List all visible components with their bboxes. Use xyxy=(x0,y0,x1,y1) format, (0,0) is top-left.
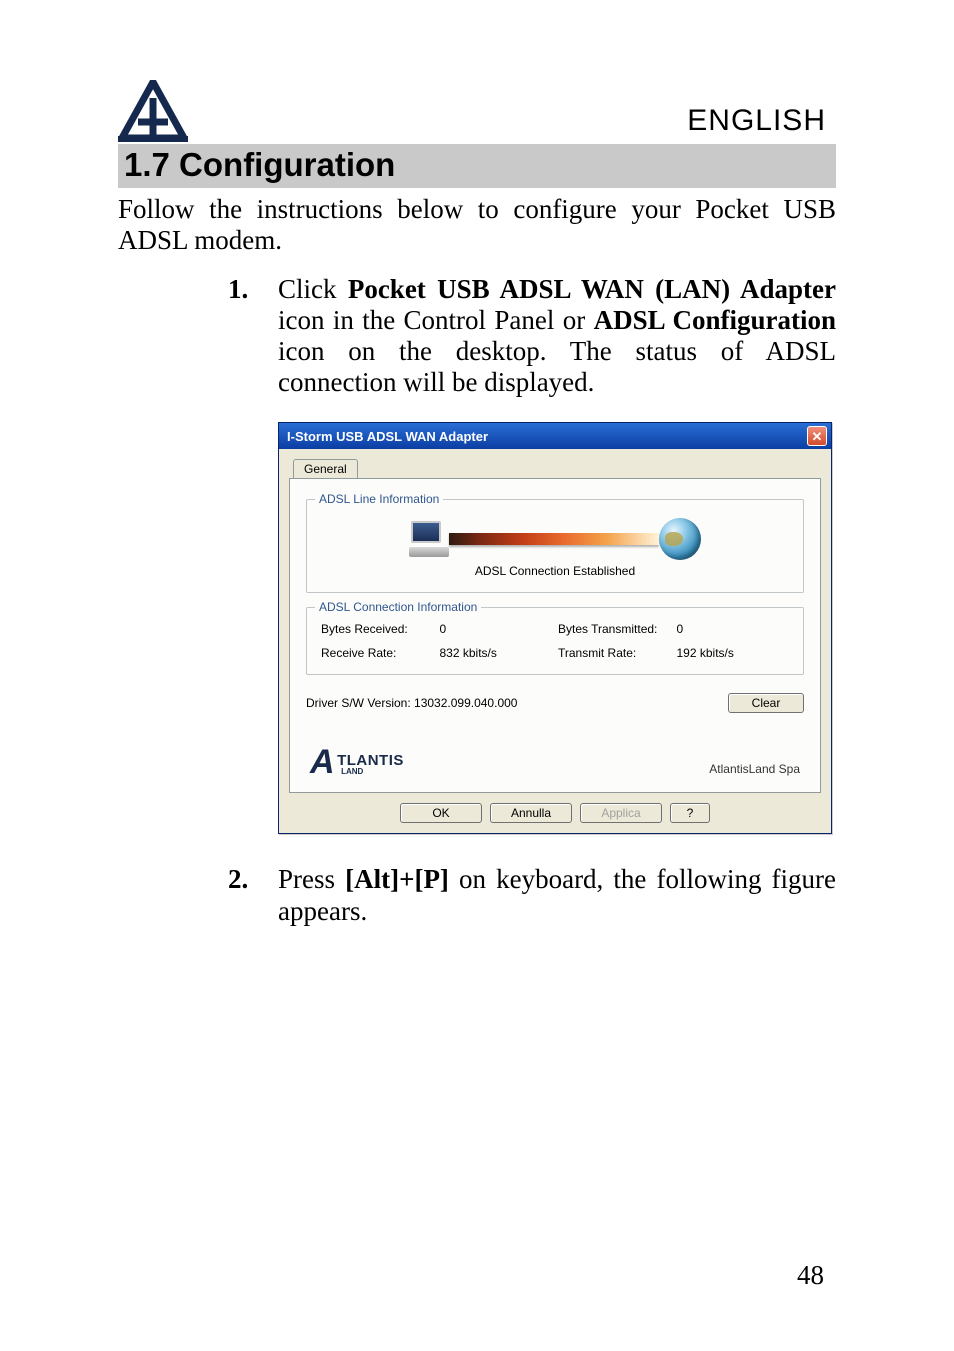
globe-icon xyxy=(659,518,701,560)
step-list: 1. Click Pocket USB ADSL WAN (LAN) Adapt… xyxy=(228,274,836,398)
tab-panel: ADSL Line Information ADSL Connection Es… xyxy=(289,478,821,793)
conn-grid: Bytes Received: 0 Bytes Transmitted: 0 R… xyxy=(321,622,789,660)
dialog-body: General ADSL Line Information ADSL Conn xyxy=(279,449,831,833)
tab-strip: General xyxy=(289,457,821,479)
bytes-transmitted-value: 0 xyxy=(677,622,790,636)
dialog-titlebar: I-Storm USB ADSL WAN Adapter ✕ xyxy=(279,423,831,449)
transmit-rate-label: Transmit Rate: xyxy=(558,646,671,660)
atlantis-logo: A TLANTIS LAND xyxy=(310,749,404,776)
dialog-title: I-Storm USB ADSL WAN Adapter xyxy=(287,429,488,444)
group-line-info-title: ADSL Line Information xyxy=(315,492,443,506)
clear-button[interactable]: Clear xyxy=(728,693,804,713)
receive-rate-label: Receive Rate: xyxy=(321,646,434,660)
cancel-button[interactable]: Annulla xyxy=(490,803,572,823)
step-2: 2. Press [Alt]+[P] on keyboard, the foll… xyxy=(228,864,836,926)
group-conn-info-title: ADSL Connection Information xyxy=(315,600,481,614)
connection-status: ADSL Connection Established xyxy=(321,564,789,578)
ok-button[interactable]: OK xyxy=(400,803,482,823)
step-1-number: 1. xyxy=(228,274,256,398)
bytes-received-label: Bytes Received: xyxy=(321,622,434,636)
page-number: 48 xyxy=(797,1260,824,1291)
step-1: 1. Click Pocket USB ADSL WAN (LAN) Adapt… xyxy=(228,274,836,398)
brand-text: AtlantisLand Spa xyxy=(709,762,800,776)
driver-version: Driver S/W Version: 13032.099.040.000 xyxy=(306,696,517,710)
page-header: ENGLISH xyxy=(118,80,836,142)
pc-icon xyxy=(409,521,449,557)
line-graphic xyxy=(321,518,789,560)
step-2-body: Press [Alt]+[P] on keyboard, the followi… xyxy=(278,864,836,926)
group-conn-info: ADSL Connection Information Bytes Receiv… xyxy=(306,607,804,675)
step-2-wrap: 2. Press [Alt]+[P] on keyboard, the foll… xyxy=(228,864,836,926)
close-icon[interactable]: ✕ xyxy=(807,426,827,446)
transmit-rate-value: 192 kbits/s xyxy=(677,646,790,660)
language-label: ENGLISH xyxy=(687,104,836,142)
step-2-number: 2. xyxy=(228,864,256,926)
group-line-info: ADSL Line Information ADSL Connection Es… xyxy=(306,499,804,593)
section-heading-bar: 1.7 Configuration xyxy=(118,144,836,188)
dialog-window: I-Storm USB ADSL WAN Adapter ✕ General A… xyxy=(278,422,832,834)
bytes-received-value: 0 xyxy=(440,622,553,636)
step-1-body: Click Pocket USB ADSL WAN (LAN) Adapter … xyxy=(278,274,836,398)
receive-rate-value: 832 kbits/s xyxy=(440,646,553,660)
brand-row: A TLANTIS LAND AtlantisLand Spa xyxy=(306,749,804,776)
dialog-screenshot: I-Storm USB ADSL WAN Adapter ✕ General A… xyxy=(278,422,836,834)
driver-row: Driver S/W Version: 13032.099.040.000 Cl… xyxy=(306,693,804,713)
dialog-button-row: OK Annulla Applica ? xyxy=(289,803,821,823)
tab-general[interactable]: General xyxy=(293,459,358,478)
bytes-transmitted-label: Bytes Transmitted: xyxy=(558,622,671,636)
section-heading: 1.7 Configuration xyxy=(124,146,830,184)
apply-button: Applica xyxy=(580,803,662,823)
intro-paragraph: Follow the instructions below to configu… xyxy=(118,194,836,256)
brand-logo xyxy=(118,80,188,142)
link-bar-icon xyxy=(449,533,659,545)
help-button[interactable]: ? xyxy=(670,803,710,823)
